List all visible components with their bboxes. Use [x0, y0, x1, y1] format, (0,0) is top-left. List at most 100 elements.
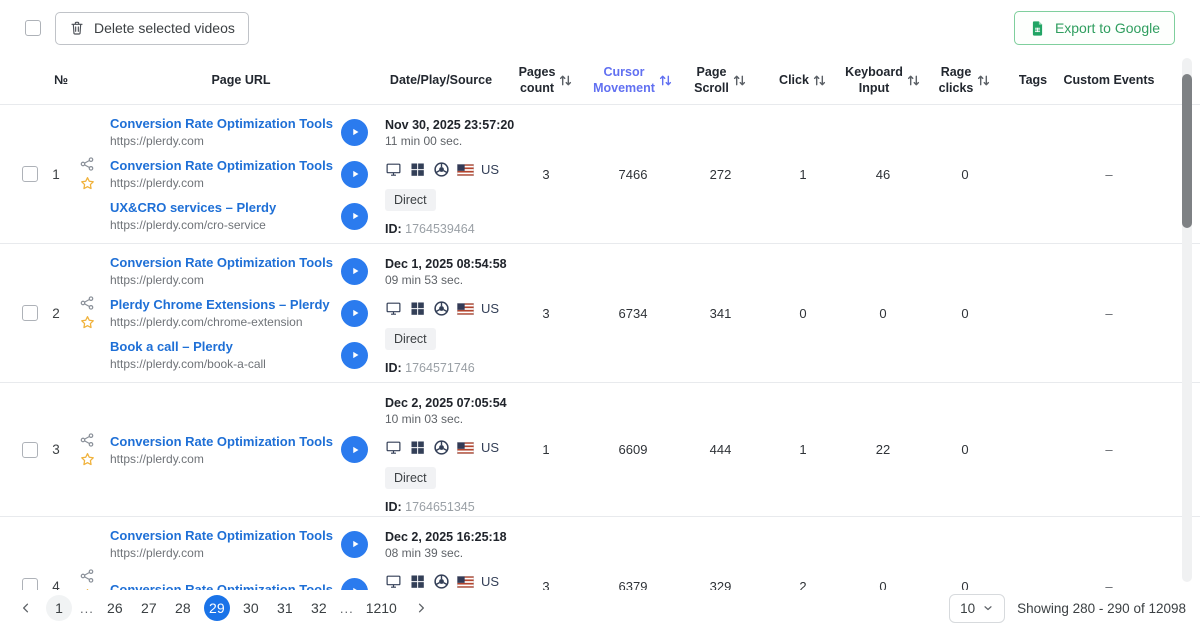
sort-icon[interactable] — [906, 73, 921, 88]
pagination-page-1[interactable]: 1 — [46, 595, 72, 621]
page-link[interactable]: Conversion Rate Optimization Tools – Ple… — [110, 158, 333, 173]
cursor-movement-value: 7466 — [588, 105, 678, 243]
session-id-label: ID: — [385, 500, 402, 514]
column-header-date-play-source: Date/Play/Source — [378, 73, 504, 87]
play-button[interactable] — [341, 436, 368, 463]
scrollbar-thumb[interactable] — [1182, 74, 1192, 228]
table-row: 2 Conversion Rate Optimization Tools – P… — [0, 244, 1200, 383]
session-recordings-page: Delete selected videos Export to Google … — [0, 0, 1200, 626]
pagination-page-26[interactable]: 26 — [102, 595, 128, 621]
export-to-google-button[interactable]: Export to Google — [1014, 11, 1175, 45]
vertical-scrollbar[interactable] — [1182, 58, 1192, 582]
page-link[interactable]: UX&CRO services – Plerdy — [110, 200, 333, 215]
play-icon — [348, 209, 362, 223]
page-url: https://plerdy.com/chrome-extension — [110, 315, 333, 329]
pagination-page-28[interactable]: 28 — [170, 595, 196, 621]
favorite-star-icon[interactable] — [79, 175, 96, 192]
traffic-source-badge: Direct — [385, 467, 436, 489]
page-url: https://plerdy.com/book-a-call — [110, 357, 333, 371]
sort-icon[interactable] — [976, 73, 991, 88]
sort-icon[interactable] — [812, 73, 827, 88]
page-entry: UX&CRO services – Plerdy https://plerdy.… — [110, 197, 378, 235]
chevron-down-icon — [982, 602, 994, 614]
share-icon[interactable] — [79, 568, 95, 584]
play-button[interactable] — [341, 203, 368, 230]
pagination-page-1210[interactable]: 1210 — [362, 595, 401, 621]
session-duration: 10 min 03 sec. — [385, 412, 463, 426]
windows-os-icon — [409, 300, 426, 317]
pagination-page-31[interactable]: 31 — [272, 595, 298, 621]
share-icon[interactable] — [79, 432, 95, 448]
sort-icon[interactable] — [558, 73, 573, 88]
page-size-select[interactable]: 10 — [949, 594, 1005, 623]
chrome-browser-icon — [433, 439, 450, 456]
share-icon[interactable] — [79, 156, 95, 172]
delete-selected-button[interactable]: Delete selected videos — [55, 12, 249, 45]
page-link[interactable]: Conversion Rate Optimization Tools – Ple… — [110, 528, 333, 543]
play-icon — [348, 167, 362, 181]
pagination-page-current[interactable]: 29 — [204, 595, 230, 621]
page-url: https://plerdy.com — [110, 134, 333, 148]
column-header-keyboard-input[interactable]: Keyboard Input — [843, 64, 923, 97]
page-link[interactable]: Plerdy Chrome Extensions – Plerdy — [110, 297, 333, 312]
chevron-right-icon — [414, 601, 428, 615]
pages-count-value: 3 — [504, 244, 588, 382]
row-checkbox[interactable] — [22, 305, 38, 321]
click-value: 1 — [763, 383, 843, 516]
favorite-star-icon[interactable] — [79, 314, 96, 331]
sort-icon[interactable] — [658, 73, 673, 88]
windows-os-icon — [409, 573, 426, 590]
share-icon[interactable] — [79, 295, 95, 311]
pagination-page-27[interactable]: 27 — [136, 595, 162, 621]
row-checkbox[interactable] — [22, 442, 38, 458]
page-link[interactable]: Book a call – Plerdy — [110, 339, 333, 354]
page-link[interactable]: Conversion Rate Optimization Tools – Ple… — [110, 255, 333, 270]
play-icon — [348, 125, 362, 139]
export-button-label: Export to Google — [1055, 20, 1160, 36]
pagination-prev-button[interactable] — [14, 596, 38, 620]
chrome-browser-icon — [433, 573, 450, 590]
play-button[interactable] — [341, 119, 368, 146]
custom-events-value: – — [1059, 105, 1159, 243]
page-url: https://plerdy.com — [110, 452, 333, 466]
play-button[interactable] — [341, 161, 368, 188]
session-date: Dec 2, 2025 16:25:18 — [385, 530, 507, 544]
play-button[interactable] — [341, 342, 368, 369]
traffic-source-badge: Direct — [385, 328, 436, 350]
session-id-value: 1764651345 — [405, 500, 475, 514]
page-link[interactable]: Conversion Rate Optimization Tools – Ple… — [110, 434, 333, 449]
country-code: US — [481, 162, 499, 177]
select-all-checkbox[interactable] — [25, 20, 41, 36]
row-checkbox[interactable] — [22, 166, 38, 182]
favorite-star-icon[interactable] — [79, 451, 96, 468]
column-header-pages-count[interactable]: Pages count — [504, 64, 588, 97]
chrome-browser-icon — [433, 161, 450, 178]
play-button[interactable] — [341, 300, 368, 327]
pagination-next-button[interactable] — [409, 596, 433, 620]
session-id-value: 1764571746 — [405, 361, 475, 375]
play-icon — [348, 348, 362, 362]
page-link[interactable]: Conversion Rate Optimization Tools – Ple… — [110, 116, 333, 131]
column-header-page-scroll[interactable]: Page Scroll — [678, 64, 763, 97]
windows-os-icon — [409, 161, 426, 178]
page-entry: Plerdy Chrome Extensions – Plerdy https:… — [110, 294, 378, 332]
country-code: US — [481, 574, 499, 589]
sort-icon[interactable] — [732, 73, 747, 88]
desktop-device-icon — [385, 300, 402, 317]
pagination-page-32[interactable]: 32 — [306, 595, 332, 621]
column-header-cursor-movement[interactable]: Cursor Movement — [588, 64, 678, 97]
column-header-rage-clicks[interactable]: Rage clicks — [923, 64, 1007, 97]
session-id-label: ID: — [385, 361, 402, 375]
page-url: https://plerdy.com — [110, 546, 333, 560]
play-button[interactable] — [341, 258, 368, 285]
page-entry: Conversion Rate Optimization Tools – Ple… — [110, 113, 378, 151]
column-header-number: № — [0, 73, 104, 87]
pagination-page-30[interactable]: 30 — [238, 595, 264, 621]
us-flag-icon — [457, 303, 474, 315]
column-header-click[interactable]: Click — [763, 72, 843, 88]
play-button[interactable] — [341, 531, 368, 558]
table-header-row: № Page URL Date/Play/Source Pages count … — [0, 56, 1200, 105]
traffic-source-badge: Direct — [385, 189, 436, 211]
windows-os-icon — [409, 439, 426, 456]
rage-clicks-value: 0 — [923, 105, 1007, 243]
